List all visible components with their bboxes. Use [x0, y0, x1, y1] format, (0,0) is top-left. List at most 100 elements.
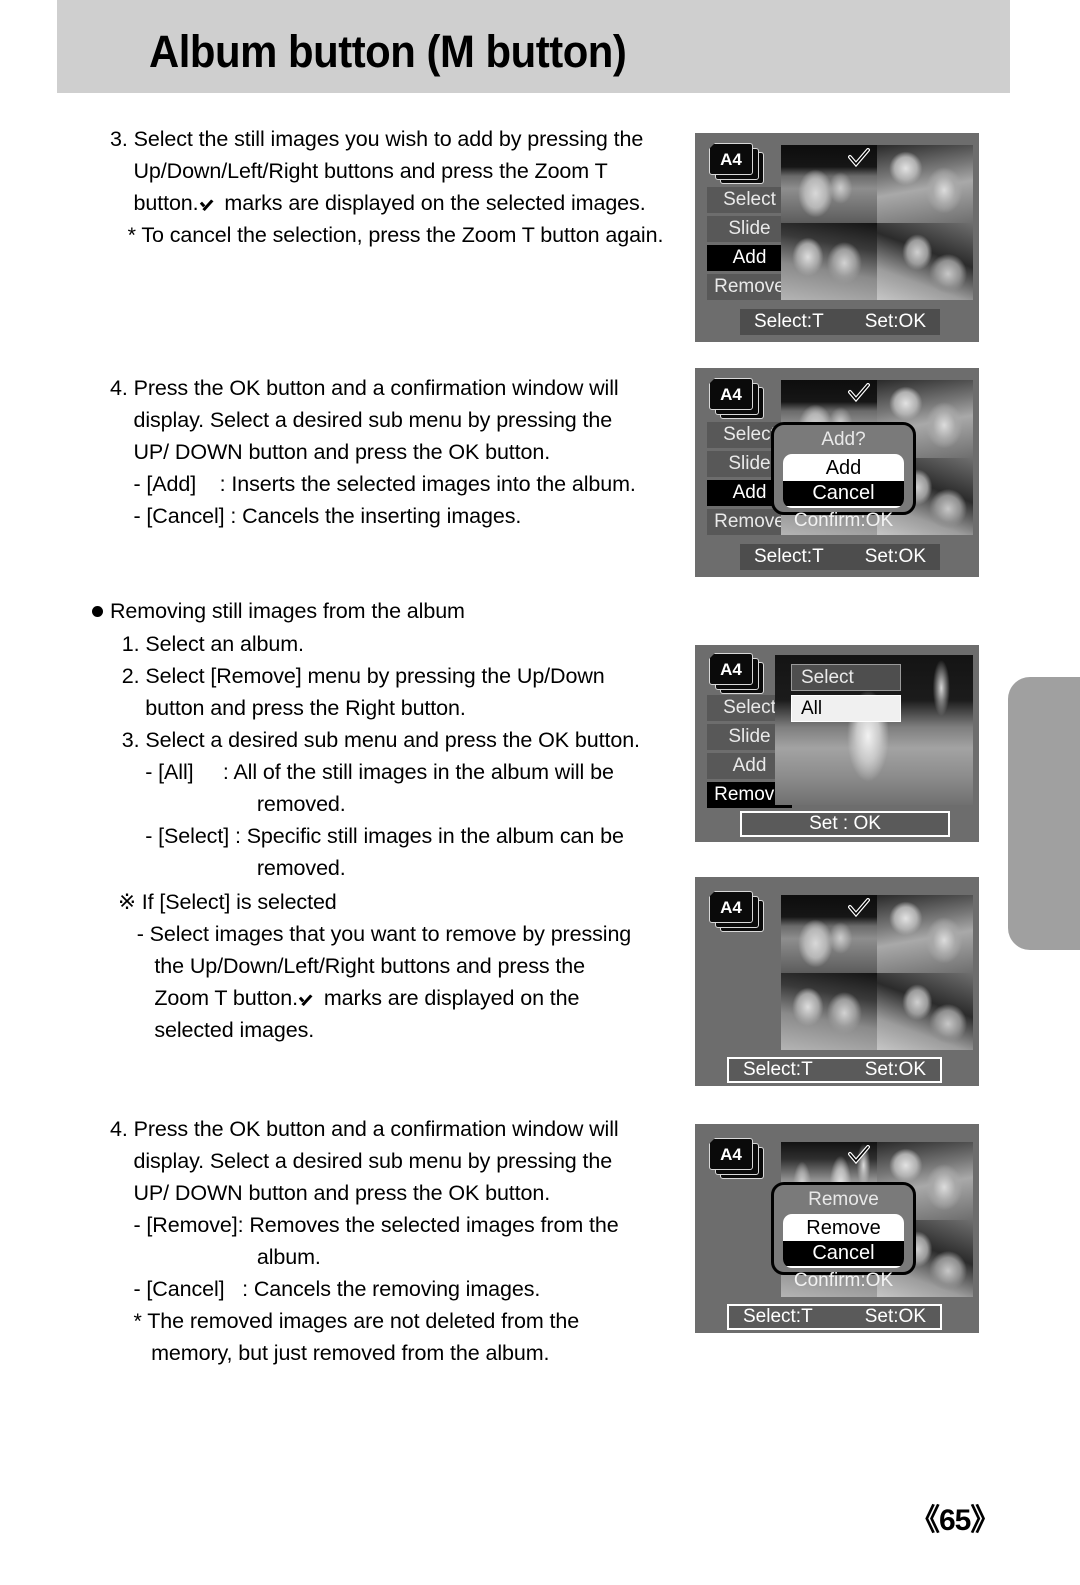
- select-detail-line-3: Zoom T button. marks are displayed on th…: [125, 982, 579, 1015]
- dialog-title-add: Add?: [821, 429, 866, 450]
- status-select-t-2: Select:T: [754, 546, 824, 567]
- dialog-footer-add: Confirm:OK: [793, 510, 894, 531]
- album-tag-icon-3: A4: [709, 653, 765, 694]
- thumbnail-1-selected-4[interactable]: [781, 895, 877, 973]
- status-set-ok-2: Set:OK: [864, 546, 926, 567]
- album-tag-label-4: A4: [720, 897, 742, 917]
- confirm-dialog-remove: Remove Remove Cancel Confirm:OK: [771, 1182, 916, 1291]
- checkmark-icon: [848, 1145, 870, 1165]
- step-4-remove-line-6: - [Cancel] : Cancels the removing images…: [110, 1277, 541, 1301]
- select-detail-line-3-tail: marks are displayed on the: [317, 986, 580, 1010]
- page-number: 《65》: [910, 1504, 1000, 1537]
- removing-step-2-line-2: button and press the Right button.: [110, 696, 466, 720]
- status-set-ok-4: Set:OK: [864, 1059, 926, 1080]
- status-set-ok-3: Set : OK: [809, 813, 881, 834]
- thumbnail-2[interactable]: [877, 145, 973, 223]
- removing-step-2-line-1: 2. Select [Remove] menu by pressing the …: [110, 664, 605, 688]
- lcd-panel-remove-confirm: A4 Remove Remove Cancel Confirm:OK Selec…: [695, 1124, 979, 1333]
- if-select-note: ※ If [Select] is selected: [118, 890, 337, 914]
- step-4-remove-line-7: * The removed images are not deleted fro…: [110, 1309, 580, 1333]
- lcd-status-bar-3: Set : OK: [740, 811, 950, 837]
- thumbnail-grid: [781, 145, 973, 300]
- thumbnail-4-d[interactable]: [877, 972, 973, 1050]
- thumbnail-grid-4: [781, 895, 973, 1050]
- checkmark-icon-2: [298, 991, 318, 1007]
- step-4-add-line-4: - [Add] : Inserts the selected images in…: [110, 472, 636, 496]
- dialog-title-remove: Remove: [808, 1189, 879, 1210]
- dialog-option-cancel[interactable]: Cancel: [783, 481, 904, 506]
- lcd-panel-remove-submenu: A4 Select Slide Add Remove Select All Se…: [695, 645, 979, 842]
- album-tag-label-5: A4: [720, 1144, 742, 1164]
- status-set-ok-5: Set:OK: [864, 1306, 926, 1327]
- select-detail-line-1: - Select images that you want to remove …: [125, 922, 632, 946]
- album-tag-label: A4: [720, 149, 742, 169]
- status-select-t-4: Select:T: [743, 1059, 813, 1080]
- removing-step-3-select-line-1: - [Select] : Specific still images in th…: [110, 824, 624, 848]
- thumbnail-4[interactable]: [877, 222, 973, 300]
- status-select-t: Select:T: [754, 311, 824, 332]
- lcd-panel-add-select: A4 Select Slide Add Remove Select:T Set:…: [695, 133, 979, 342]
- checkmark-icon: [848, 898, 870, 918]
- removing-section-heading: Removing still images from the album: [92, 595, 465, 628]
- bullet-dot-icon: [92, 606, 103, 617]
- step-4-add-line-5: - [Cancel] : Cancels the inserting image…: [110, 504, 522, 528]
- dialog-option-remove[interactable]: Remove: [783, 1216, 904, 1241]
- instruction-text-column: 3. Select the still images you wish to a…: [0, 0, 690, 1585]
- lcd-menu-item-slide[interactable]: Slide: [707, 216, 792, 242]
- thumbnail-3-d[interactable]: [781, 972, 877, 1050]
- lcd-menu-item-add[interactable]: Add: [707, 245, 792, 271]
- album-tag-icon: A4: [709, 143, 765, 184]
- dialog-footer-remove: Confirm:OK: [793, 1270, 894, 1291]
- lcd-menu-item-select[interactable]: Select: [707, 187, 792, 213]
- lcd-status-bar: Select:T Set:OK: [740, 309, 940, 335]
- step-4-add-line-2: display. Select a desired sub menu by pr…: [110, 408, 613, 432]
- step-3-line-4: * To cancel the selection, press the Zoo…: [110, 223, 664, 247]
- step-4-remove-line-3: UP/ DOWN button and press the OK button.: [110, 1181, 551, 1205]
- step-4-add-line-3: UP/ DOWN button and press the OK button.: [110, 440, 551, 464]
- select-detail-line-3-text: Zoom T button.: [125, 986, 298, 1010]
- thumbnail-2-d[interactable]: [877, 895, 973, 973]
- confirm-dialog-add: Add? Add Cancel Confirm:OK: [771, 422, 916, 531]
- status-set-ok: Set:OK: [864, 311, 926, 332]
- removing-step-3: 3. Select a desired sub menu and press t…: [110, 728, 640, 752]
- removing-step-3-select-line-2: removed.: [110, 856, 346, 880]
- dialog-options-add: Add Cancel: [783, 454, 904, 508]
- step-3-line-1: 3. Select the still images you wish to a…: [110, 127, 644, 151]
- album-tag-icon-2: A4: [709, 378, 765, 419]
- thumbnail-3[interactable]: [781, 222, 877, 300]
- removing-section-heading-text: Removing still images from the album: [110, 599, 465, 623]
- album-tag-icon-4: A4: [709, 891, 765, 932]
- side-index-tab: [1008, 677, 1080, 950]
- lcd-status-bar-4: Select:T Set:OK: [727, 1057, 942, 1083]
- step-3-line-2: Up/Down/Left/Right buttons and press the…: [110, 159, 608, 183]
- lcd-status-bar-2: Select:T Set:OK: [740, 544, 940, 570]
- checkmark-icon: [199, 196, 219, 212]
- album-tag-icon-5: A4: [709, 1138, 765, 1179]
- step-4-remove-line-2: display. Select a desired sub menu by pr…: [110, 1149, 613, 1173]
- submenu-item-all[interactable]: All: [791, 695, 901, 722]
- step-4-add-line-1: 4. Press the OK button and a confirmatio…: [110, 376, 619, 400]
- step-4-remove-line-5: album.: [110, 1245, 321, 1269]
- select-detail-line-2: the Up/Down/Left/Right buttons and press…: [125, 954, 586, 978]
- checkmark-icon: [848, 383, 870, 403]
- dialog-option-cancel-2[interactable]: Cancel: [783, 1241, 904, 1266]
- lcd-panel-add-confirm: A4 Select Slide Add Remove Add? Add Canc…: [695, 368, 979, 577]
- step-3-line-3-text: button.: [110, 191, 199, 215]
- checkmark-icon: [848, 148, 870, 168]
- step-3-line-3: button. marks are displayed on the selec…: [110, 187, 646, 220]
- step-3-line-3-tail: marks are displayed on the selected imag…: [218, 191, 646, 215]
- lcd-panel-remove-select: A4 Select:T Set:OK: [695, 877, 979, 1086]
- removing-step-1: 1. Select an album.: [110, 632, 304, 656]
- step-4-remove-line-8: memory, but just removed from the album.: [110, 1341, 550, 1365]
- lcd-menu-item-remove[interactable]: Remove: [707, 274, 792, 300]
- thumbnail-1-selected[interactable]: [781, 145, 877, 223]
- dialog-options-remove: Remove Cancel: [783, 1214, 904, 1268]
- lcd-status-bar-5: Select:T Set:OK: [727, 1304, 942, 1330]
- submenu-item-select[interactable]: Select: [791, 664, 901, 691]
- step-4-remove-line-1: 4. Press the OK button and a confirmatio…: [110, 1117, 619, 1141]
- dialog-option-add[interactable]: Add: [783, 456, 904, 481]
- album-tag-label-2: A4: [720, 384, 742, 404]
- status-select-t-5: Select:T: [743, 1306, 813, 1327]
- removing-step-3-all-line-2: removed.: [110, 792, 346, 816]
- select-detail-line-4: selected images.: [125, 1018, 315, 1042]
